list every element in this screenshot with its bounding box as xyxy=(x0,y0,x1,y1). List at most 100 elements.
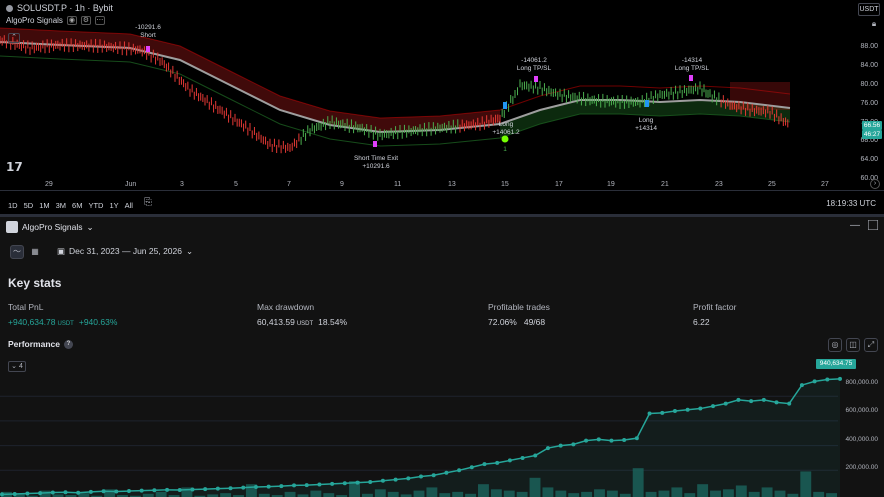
equity-point xyxy=(545,446,550,451)
equity-point xyxy=(12,492,17,497)
short-label: Short xyxy=(140,32,156,39)
tp-marker xyxy=(534,76,538,82)
chart-settings-icon[interactable]: ◎ xyxy=(828,338,842,352)
equity-point xyxy=(660,410,665,415)
long2-entry-value: +14314 xyxy=(635,125,657,132)
snapshot-icon[interactable]: ◫ xyxy=(846,338,860,352)
equity-point xyxy=(241,485,246,490)
stat-secondary: 49/68 xyxy=(523,317,546,327)
table-view-toggle[interactable]: ▦ xyxy=(28,245,42,259)
currency-button[interactable]: USDT xyxy=(858,3,880,16)
stat-block: Max drawdown 60,413.59 USDT 18.54% xyxy=(257,302,347,327)
equity-point xyxy=(533,453,538,458)
equity-point xyxy=(0,492,4,497)
minimize-icon[interactable]: — xyxy=(850,220,860,231)
collapse-legend-button[interactable]: ⌃ xyxy=(8,33,20,43)
long1-label: Long TP/SL xyxy=(516,65,552,72)
strategy-title: AlgoPro Signals xyxy=(22,222,83,232)
long-marker xyxy=(503,102,507,109)
equity-point xyxy=(101,489,106,494)
equity-point xyxy=(634,436,639,441)
eye-icon[interactable]: ◉ xyxy=(66,16,77,25)
equity-point xyxy=(584,438,589,443)
stat-value: 6.22 xyxy=(693,317,710,327)
strategy-selector[interactable]: AlgoPro Signals ⌄ xyxy=(22,222,94,233)
timeframe-button[interactable]: 1Y xyxy=(109,201,118,210)
equity-point xyxy=(431,473,436,478)
equity-point xyxy=(165,487,170,492)
date-range-selector[interactable]: ▣ Dec 31, 2023 — Jun 25, 2026 ⌄ xyxy=(57,246,193,257)
tradingview-logo: 𝟭𝟳 xyxy=(6,160,23,174)
timeframe-button[interactable]: 1D xyxy=(8,201,18,210)
equity-point xyxy=(203,487,208,492)
tp-marker xyxy=(689,75,693,81)
utc-clock[interactable]: 18:19:33 UTC xyxy=(826,199,876,208)
countdown-tag: 46:27 xyxy=(862,130,882,139)
equity-point xyxy=(774,400,779,405)
timeframe-button[interactable]: 1M xyxy=(39,201,49,210)
long-tp-annotation-2: -14314 Long TP/SL xyxy=(670,57,714,73)
stat-value: +940,634.78 xyxy=(8,317,56,327)
date-tick: 19 xyxy=(607,181,615,188)
timeframe-button[interactable]: YTD xyxy=(88,201,103,210)
calendar-icon: ▣ xyxy=(57,246,66,256)
date-tick: Jun xyxy=(125,181,137,188)
equity-point xyxy=(228,486,233,491)
settings-icon[interactable]: ⚙ xyxy=(80,16,91,25)
equity-point xyxy=(38,491,43,496)
stat-unit: USDT xyxy=(296,321,314,327)
stat-value-row: +940,634.78 USDT +940.63% xyxy=(8,317,117,327)
equity-point xyxy=(215,486,220,491)
date-range-calendar-icon[interactable]: ⎘ xyxy=(144,197,152,208)
equity-point xyxy=(63,490,68,495)
info-icon[interactable]: ? xyxy=(63,339,73,349)
date-tick: 17 xyxy=(555,181,563,188)
long-marker xyxy=(645,100,649,107)
equity-y-tick: 400,000.00 xyxy=(845,436,878,443)
date-tick: 5 xyxy=(234,181,238,188)
equity-point xyxy=(482,462,487,467)
equity-point xyxy=(266,484,271,489)
more-icon[interactable]: ⋯ xyxy=(94,16,105,25)
equity-point xyxy=(838,376,842,381)
stat-label: Profit factor xyxy=(693,302,737,312)
equity-point xyxy=(25,491,30,496)
equity-point xyxy=(368,480,373,485)
timeframe-button[interactable]: 6M xyxy=(72,201,82,210)
chevron-down-icon: ⌄ xyxy=(185,246,194,256)
long-entry-annotation-1: Long +14061.2 xyxy=(488,121,524,137)
equity-point xyxy=(558,443,563,448)
price-tick: 84.00 xyxy=(860,62,878,69)
last-price-tag: 66.56 xyxy=(862,121,882,130)
equity-point xyxy=(76,490,81,495)
long-entry-annotation-2: Long +14314 xyxy=(630,117,662,133)
timeframe-button[interactable]: All xyxy=(125,201,133,210)
equity-point xyxy=(190,487,195,492)
exit-signal-annotation: Short Time Exit +10291.6 xyxy=(350,155,402,171)
long1-entry: Long xyxy=(498,121,514,128)
equity-point xyxy=(317,482,322,487)
equity-point xyxy=(685,407,690,412)
equity-y-tick: 800,000.00 xyxy=(845,379,878,386)
symbol-title[interactable]: SOLUSDT.P · 1h · Bybit xyxy=(6,3,113,13)
timeframe-button[interactable]: 5D xyxy=(24,201,34,210)
equity-point xyxy=(672,409,677,414)
equity-point xyxy=(698,406,703,411)
maximize-icon[interactable]: ⬜︎ xyxy=(868,220,878,231)
equity-point xyxy=(114,489,119,494)
performance-heading: Performance ? xyxy=(8,339,73,349)
scroll-to-realtime-button[interactable]: › xyxy=(870,179,880,189)
chart-view-toggle[interactable]: 〜 xyxy=(10,245,24,259)
date-tick: 25 xyxy=(768,181,776,188)
expand-icon[interactable]: ⤢ xyxy=(864,338,878,352)
equity-point xyxy=(342,481,347,486)
stat-label: Total PnL xyxy=(8,302,44,312)
equity-point xyxy=(749,399,754,404)
equity-point xyxy=(330,481,335,486)
performance-chart[interactable] xyxy=(0,355,884,497)
timeframe-button[interactable]: 3M xyxy=(56,201,66,210)
lock-icon[interactable]: 🔒︎ xyxy=(868,19,880,29)
indicator-legend[interactable]: AlgoPro Signals ◉ ⚙ ⋯ xyxy=(6,16,105,25)
date-tick: 3 xyxy=(180,181,184,188)
stat-block: Profitable trades 72.06% 49/68 xyxy=(488,302,550,327)
